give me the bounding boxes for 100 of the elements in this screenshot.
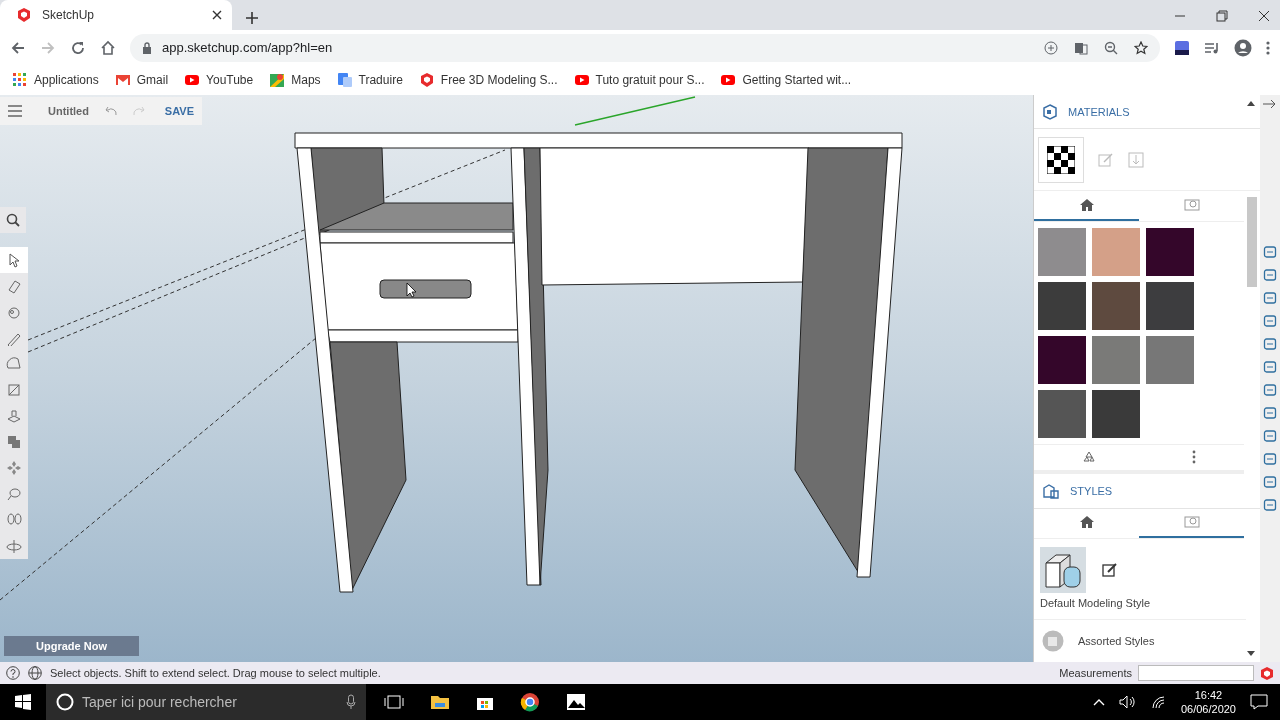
document-title: Untitled [48, 105, 89, 117]
material-swatch[interactable] [1092, 335, 1140, 384]
panel-title: MATERIALS [1068, 105, 1130, 118]
browse-icon [1183, 198, 1200, 211]
tray-icon[interactable] [1263, 406, 1277, 420]
measurements-field[interactable] [1138, 665, 1254, 681]
material-swatch[interactable] [1038, 335, 1086, 384]
cursor-icon [406, 282, 417, 298]
paint-bucket-icon [6, 304, 22, 320]
tray-icon[interactable] [1263, 475, 1277, 489]
globe-icon[interactable] [28, 666, 42, 680]
scroll-up-icon[interactable] [1247, 101, 1255, 106]
photos-icon[interactable] [566, 693, 586, 711]
microphone-icon[interactable] [346, 694, 356, 710]
bookmark-link[interactable]: Gmail [136, 73, 169, 87]
cube-icon [1042, 103, 1058, 120]
more-icon[interactable] [1266, 39, 1270, 56]
cortana-icon [56, 693, 74, 711]
bookmark-link[interactable]: Tuto gratuit pour S... [595, 73, 705, 87]
folder-icon[interactable] [430, 694, 450, 710]
zoom-out-icon[interactable] [1104, 40, 1118, 55]
status-message: Select objects. Shift to extend select. Drag mouse to select multiple. [50, 667, 381, 679]
material-swatch[interactable] [1092, 227, 1140, 276]
bookmark-link[interactable]: Applications [34, 73, 99, 87]
tray-icon[interactable] [1263, 291, 1277, 305]
browser-tab[interactable]: SketchUp [0, 0, 232, 30]
play-icon [573, 72, 590, 88]
bookmark-link[interactable]: Maps [291, 73, 321, 87]
material-swatch[interactable] [1146, 281, 1194, 330]
shapes-icon [6, 434, 22, 450]
tray-icon[interactable] [1263, 337, 1277, 351]
home-icon[interactable] [100, 39, 116, 56]
notification-icon[interactable] [1250, 694, 1268, 710]
tray-icon[interactable] [1263, 314, 1277, 328]
bookmark-link[interactable]: Traduire [358, 73, 403, 87]
arc-icon [6, 356, 22, 372]
add-circle-icon[interactable] [1044, 40, 1058, 55]
close-icon[interactable] [1258, 10, 1270, 22]
material-swatch[interactable] [1092, 281, 1140, 330]
address-bar[interactable]: app.sketchup.com/app?hl=en [130, 33, 1160, 62]
browser-icon[interactable] [520, 692, 540, 712]
material-swatch[interactable] [1038, 389, 1086, 438]
restore-icon[interactable] [1216, 10, 1228, 22]
translate-icon [336, 72, 353, 88]
material-swatch[interactable] [1146, 335, 1194, 384]
material-swatch[interactable] [1092, 389, 1140, 438]
arrow-icon[interactable] [1263, 99, 1277, 109]
tray-icon[interactable] [1263, 360, 1277, 374]
play-icon [720, 72, 737, 88]
tool-button[interactable] [0, 247, 28, 273]
edit-icon[interactable] [1102, 562, 1118, 578]
tray-icon[interactable] [1263, 498, 1277, 512]
material-swatch[interactable] [1038, 227, 1086, 276]
help-icon[interactable] [6, 666, 20, 680]
select-icon [6, 252, 22, 268]
lock-icon [142, 41, 152, 54]
close-icon[interactable] [212, 10, 222, 20]
apps-grid-icon [12, 72, 28, 88]
scrollbar-thumb[interactable] [1247, 197, 1257, 287]
taskbar-search-field[interactable]: Taper ici pour rechercher [46, 684, 366, 720]
bookmark-link[interactable]: Free 3D Modeling S... [440, 73, 558, 87]
wifi-icon[interactable] [1150, 695, 1167, 709]
bookmark-link[interactable]: YouTube [206, 73, 254, 87]
desk-drawing[interactable] [294, 132, 903, 593]
browse-icon [1183, 516, 1200, 529]
collection-link[interactable]: Assorted Styles [1078, 635, 1155, 647]
logo-icon [16, 7, 32, 23]
caret-icon[interactable] [1092, 698, 1105, 706]
tray-icon[interactable] [1263, 429, 1277, 443]
speaker-icon[interactable] [1118, 695, 1137, 709]
push-pull-icon [6, 408, 22, 424]
extension-icon[interactable] [1174, 39, 1190, 56]
tray-icon[interactable] [1263, 452, 1277, 466]
map-icon [269, 72, 286, 88]
back-icon[interactable] [10, 39, 26, 56]
reload-icon[interactable] [70, 39, 86, 56]
tray-icon[interactable] [1263, 268, 1277, 282]
new-tab-icon[interactable] [246, 12, 258, 24]
menu-icon[interactable] [8, 105, 22, 117]
windows-icon[interactable] [15, 694, 31, 710]
home-icon [1079, 516, 1094, 529]
upgrade-button[interactable]: Upgrade Now [4, 636, 139, 656]
material-swatch[interactable] [1038, 281, 1086, 330]
tray-icon[interactable] [1263, 383, 1277, 397]
task-view-icon[interactable] [384, 694, 404, 710]
recycle-icon[interactable] [1082, 451, 1095, 464]
more-icon[interactable] [1191, 450, 1196, 465]
star-icon[interactable] [1134, 40, 1148, 55]
measurements-label: Measurements [1059, 667, 1132, 679]
tray-icon[interactable] [1263, 245, 1277, 259]
scroll-down-icon[interactable] [1247, 651, 1255, 656]
save-button[interactable]: SAVE [164, 105, 194, 117]
tape-measure-icon [6, 486, 22, 502]
profile-icon[interactable] [1234, 38, 1252, 57]
clock-date: 06/06/2020 [1180, 703, 1236, 715]
translate-icon[interactable] [1074, 40, 1088, 55]
bookmark-link[interactable]: Getting Started wit... [742, 73, 852, 87]
search-icon[interactable] [6, 213, 20, 227]
style-thumbnail-icon[interactable] [1040, 547, 1086, 593]
material-swatch[interactable] [1146, 227, 1194, 276]
